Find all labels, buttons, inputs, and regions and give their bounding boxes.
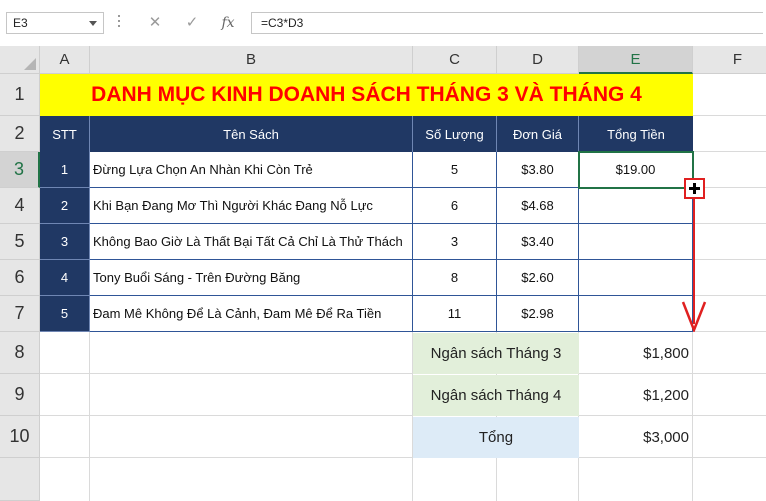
- cell-unit-price[interactable]: $2.98: [497, 296, 579, 332]
- cell-total[interactable]: [579, 260, 693, 296]
- cell-stt[interactable]: 4: [40, 260, 90, 296]
- cell-total[interactable]: $19.00: [579, 152, 693, 188]
- row-header-7[interactable]: 7: [0, 296, 40, 332]
- row-header-1[interactable]: 1: [0, 74, 40, 116]
- column-header-d[interactable]: D: [497, 46, 579, 74]
- row-header-10[interactable]: 10: [0, 416, 40, 458]
- check-icon[interactable]: ✓: [180, 12, 204, 34]
- cell-stt[interactable]: 5: [40, 296, 90, 332]
- arrow-down-icon: [681, 301, 707, 332]
- row-header-2[interactable]: 2: [0, 116, 40, 152]
- insert-function-icon[interactable]: fx: [216, 12, 240, 34]
- cell-total[interactable]: [579, 296, 693, 332]
- cell-unit-price[interactable]: $3.40: [497, 224, 579, 260]
- row-header-9[interactable]: 9: [0, 374, 40, 416]
- cell-stt[interactable]: 1: [40, 152, 90, 188]
- sheet-title[interactable]: DANH MỤC KINH DOANH SÁCH THÁNG 3 VÀ THÁN…: [40, 74, 693, 116]
- formula-value: =C3*D3: [261, 16, 304, 30]
- cell-book-name[interactable]: Khi Bạn Đang Mơ Thì Người Khác Đang Nỗ L…: [90, 188, 413, 224]
- triangle-icon: [24, 58, 36, 70]
- select-all-corner[interactable]: [0, 46, 40, 74]
- cell-book-name[interactable]: Không Bao Giờ Là Thất Bại Tất Cả Chỉ Là …: [90, 224, 413, 260]
- row-header-11[interactable]: [0, 458, 40, 501]
- row-header-3[interactable]: 3: [0, 152, 40, 188]
- cell-unit-price[interactable]: $4.68: [497, 188, 579, 224]
- header-total[interactable]: Tổng Tiền: [579, 116, 693, 152]
- header-quantity[interactable]: Số Lượng: [413, 116, 497, 152]
- cell-quantity[interactable]: 11: [413, 296, 497, 332]
- cell-total[interactable]: [579, 224, 693, 260]
- cell-unit-price[interactable]: $2.60: [497, 260, 579, 296]
- cell-stt[interactable]: 3: [40, 224, 90, 260]
- row-header-8[interactable]: 8: [0, 332, 40, 374]
- column-header-a[interactable]: A: [40, 46, 90, 74]
- budget-march-label[interactable]: Ngân sách Tháng 3: [413, 333, 579, 374]
- cell-book-name[interactable]: Đừng Lựa Chọn An Nhàn Khi Còn Trẻ: [90, 152, 413, 188]
- column-header-e[interactable]: E: [579, 46, 693, 74]
- formula-bar: E3 ✕ ✓ fx =C3*D3: [0, 0, 766, 46]
- cell-unit-price[interactable]: $3.80: [497, 152, 579, 188]
- header-stt[interactable]: STT: [40, 116, 90, 152]
- cell-book-name[interactable]: Tony Buổi Sáng - Trên Đường Băng: [90, 260, 413, 296]
- budget-total-value[interactable]: $3,000: [579, 417, 693, 458]
- row-header-4[interactable]: 4: [0, 188, 40, 224]
- budget-total-label[interactable]: Tổng: [413, 417, 579, 458]
- cell-quantity[interactable]: 3: [413, 224, 497, 260]
- grip-icon: [118, 15, 121, 31]
- cell-quantity[interactable]: 5: [413, 152, 497, 188]
- budget-april-label[interactable]: Ngân sách Tháng 4: [413, 375, 579, 416]
- formula-input[interactable]: =C3*D3: [251, 12, 763, 34]
- header-book-name[interactable]: Tên Sách: [90, 116, 413, 152]
- name-box[interactable]: E3: [6, 12, 104, 34]
- crosshair-plus-icon[interactable]: [684, 178, 705, 199]
- cell-total[interactable]: [579, 188, 693, 224]
- close-icon[interactable]: ✕: [143, 12, 167, 34]
- column-header-c[interactable]: C: [413, 46, 497, 74]
- cell-quantity[interactable]: 6: [413, 188, 497, 224]
- row-header-5[interactable]: 5: [0, 224, 40, 260]
- cell-stt[interactable]: 2: [40, 188, 90, 224]
- row-header-6[interactable]: 6: [0, 260, 40, 296]
- column-header-b[interactable]: B: [90, 46, 413, 74]
- chevron-down-icon[interactable]: [89, 21, 97, 26]
- header-unit-price[interactable]: Đơn Giá: [497, 116, 579, 152]
- cell-book-name[interactable]: Đam Mê Không Để Là Cảnh, Đam Mê Để Ra Ti…: [90, 296, 413, 332]
- cell-quantity[interactable]: 8: [413, 260, 497, 296]
- budget-march-value[interactable]: $1,800: [579, 333, 693, 374]
- name-box-value: E3: [13, 16, 28, 30]
- budget-april-value[interactable]: $1,200: [579, 375, 693, 416]
- column-header-f[interactable]: F: [693, 46, 766, 74]
